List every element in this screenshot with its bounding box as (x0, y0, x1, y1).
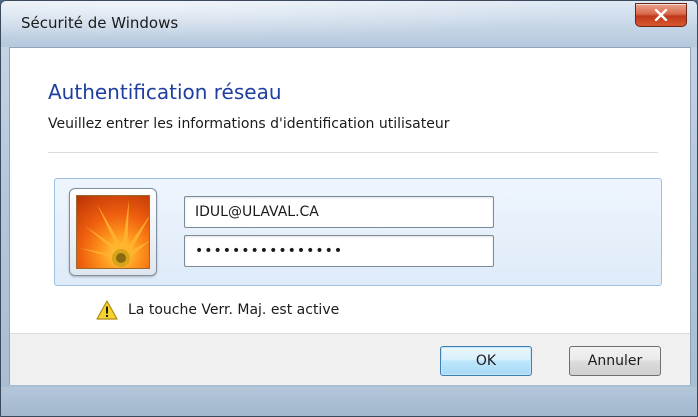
dialog-heading: Authentification réseau (48, 80, 282, 104)
user-avatar (76, 195, 150, 269)
warning-icon (96, 300, 118, 320)
password-input[interactable] (184, 235, 494, 267)
caps-lock-warning-text: La touche Verr. Maj. est active (128, 302, 340, 318)
close-button[interactable] (635, 3, 687, 27)
ok-button[interactable]: OK (440, 346, 532, 376)
title-bar[interactable]: Sécurité de Windows (1, 1, 697, 47)
user-avatar-frame (69, 188, 157, 276)
window-title: Sécurité de Windows (21, 14, 179, 32)
username-input[interactable] (184, 196, 494, 228)
flower-avatar-icon (79, 200, 149, 267)
close-icon (654, 9, 668, 21)
security-dialog-window: Sécurité de Windows Authentification rés… (0, 0, 698, 417)
window-bottom-frame (1, 387, 697, 416)
cancel-button[interactable]: Annuler (569, 346, 661, 376)
credential-tile[interactable] (54, 178, 662, 286)
button-bar: OK Annuler (10, 333, 690, 385)
caps-lock-warning: La touche Verr. Maj. est active (96, 300, 339, 320)
separator-line (48, 152, 658, 153)
dialog-subheading: Veuillez entrer les informations d'ident… (48, 116, 450, 132)
